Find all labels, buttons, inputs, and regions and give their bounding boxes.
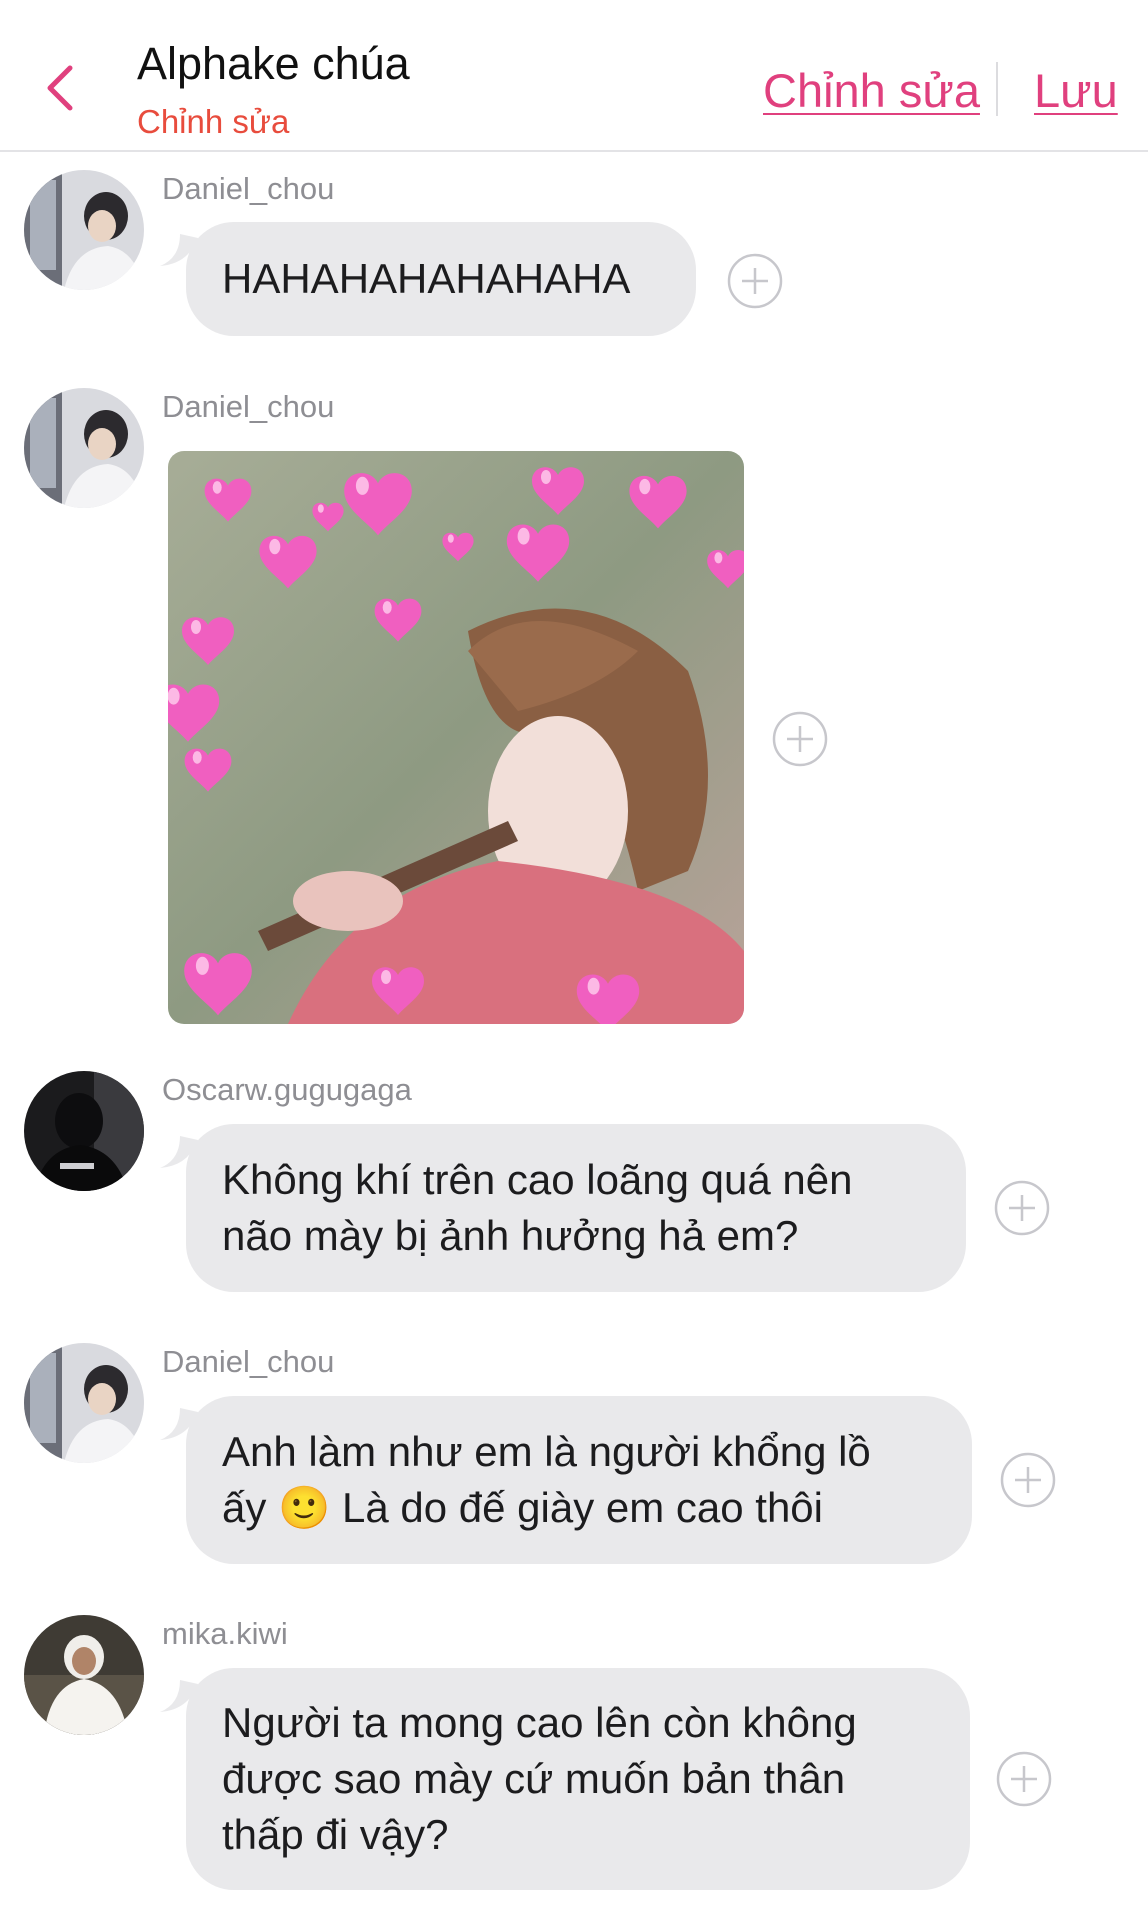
message-text-fragment: ấy xyxy=(222,1484,279,1531)
add-reaction-icon[interactable] xyxy=(1000,1452,1056,1508)
message-bubble[interactable]: Người ta mong cao lên còn không được sao… xyxy=(186,1668,970,1890)
avatar[interactable] xyxy=(24,1343,144,1463)
message-text-fragment: Là do đế giày em cao thôi xyxy=(330,1484,823,1531)
add-reaction-icon[interactable] xyxy=(727,253,783,309)
slightly-smiling-emoji-icon: 🙂 xyxy=(278,1484,331,1531)
message-text-line: thấp đi vậy? xyxy=(222,1811,449,1858)
edit-button[interactable]: Chỉnh sửa xyxy=(763,63,980,118)
message-text-line: Anh làm như em là người khổng lồ xyxy=(222,1428,871,1475)
username: mika.kiwi xyxy=(162,1616,288,1651)
message-text-line: ấy 🙂 Là do đế giày em cao thôi xyxy=(222,1480,871,1536)
chat-subtitle: Chỉnh sửa xyxy=(137,103,290,140)
username: Daniel_chou xyxy=(162,389,335,424)
username: Daniel_chou xyxy=(162,1344,335,1379)
add-reaction-icon[interactable] xyxy=(994,1180,1050,1236)
message-bubble[interactable]: Không khí trên cao loãng quá nên não mày… xyxy=(186,1124,966,1292)
username: Daniel_chou xyxy=(162,171,335,206)
avatar[interactable] xyxy=(24,170,144,290)
header-divider xyxy=(996,62,998,116)
message-text-line: Không khí trên cao loãng quá nên xyxy=(222,1156,853,1203)
avatar[interactable] xyxy=(24,1071,144,1191)
message-text: HAHAHAHAHAHAHA xyxy=(222,255,631,302)
message-text-line: não mày bị ảnh hưởng hả em? xyxy=(222,1212,799,1259)
message-text-line: Người ta mong cao lên còn không xyxy=(222,1699,857,1746)
save-button[interactable]: Lưu xyxy=(1034,63,1118,118)
back-chevron-icon[interactable] xyxy=(38,60,84,116)
username: Oscarw.gugugaga xyxy=(162,1072,412,1107)
message-bubble[interactable]: Anh làm như em là người khổng lồ ấy 🙂 Là… xyxy=(186,1396,972,1564)
nav-header: Alphake chúa Chỉnh sửa Chỉnh sửa Lưu xyxy=(0,0,1148,152)
message-text-line: được sao mày cứ muốn bản thân xyxy=(222,1755,846,1802)
add-reaction-icon[interactable] xyxy=(772,711,828,767)
avatar[interactable] xyxy=(24,1615,144,1735)
avatar[interactable] xyxy=(24,388,144,508)
add-reaction-icon[interactable] xyxy=(996,1751,1052,1807)
message-bubble[interactable]: HAHAHAHAHAHAHA xyxy=(186,222,696,336)
chat-title: Alphake chúa xyxy=(137,38,410,89)
shared-photo[interactable] xyxy=(168,451,744,1024)
